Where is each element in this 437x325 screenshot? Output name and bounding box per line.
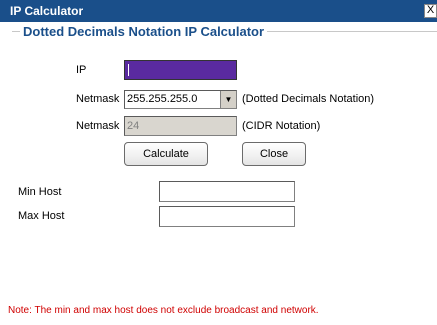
cidr-hint: (CIDR Notation) — [242, 120, 321, 132]
netmask-select[interactable]: 255.255.255.0 ▼ — [124, 90, 237, 109]
group-title: Dotted Decimals Notation IP Calculator — [20, 24, 268, 39]
ip-input[interactable] — [124, 60, 237, 80]
cidr-label: Netmask — [76, 120, 120, 132]
netmask-label: Netmask — [76, 93, 120, 105]
ip-label: IP — [76, 64, 87, 76]
title-bar: IP Calculator X — [0, 0, 437, 22]
max-host-field[interactable] — [159, 206, 295, 227]
close-button[interactable]: Close — [242, 142, 306, 166]
netmask-hint: (Dotted Decimals Notation) — [242, 93, 375, 105]
window-title: IP Calculator — [10, 4, 84, 18]
chevron-down-icon[interactable]: ▼ — [220, 91, 236, 108]
max-host-label: Max Host — [18, 210, 65, 222]
netmask-selected-value: 255.255.255.0 — [127, 93, 198, 105]
min-host-field[interactable] — [159, 181, 295, 202]
min-host-label: Min Host — [18, 186, 62, 198]
text-caret — [128, 64, 129, 76]
close-window-button[interactable]: X — [424, 4, 437, 18]
footer-note: Note: The min and max host does not excl… — [8, 305, 319, 316]
cidr-input: 24 — [124, 116, 237, 136]
calculate-button[interactable]: Calculate — [124, 142, 208, 166]
